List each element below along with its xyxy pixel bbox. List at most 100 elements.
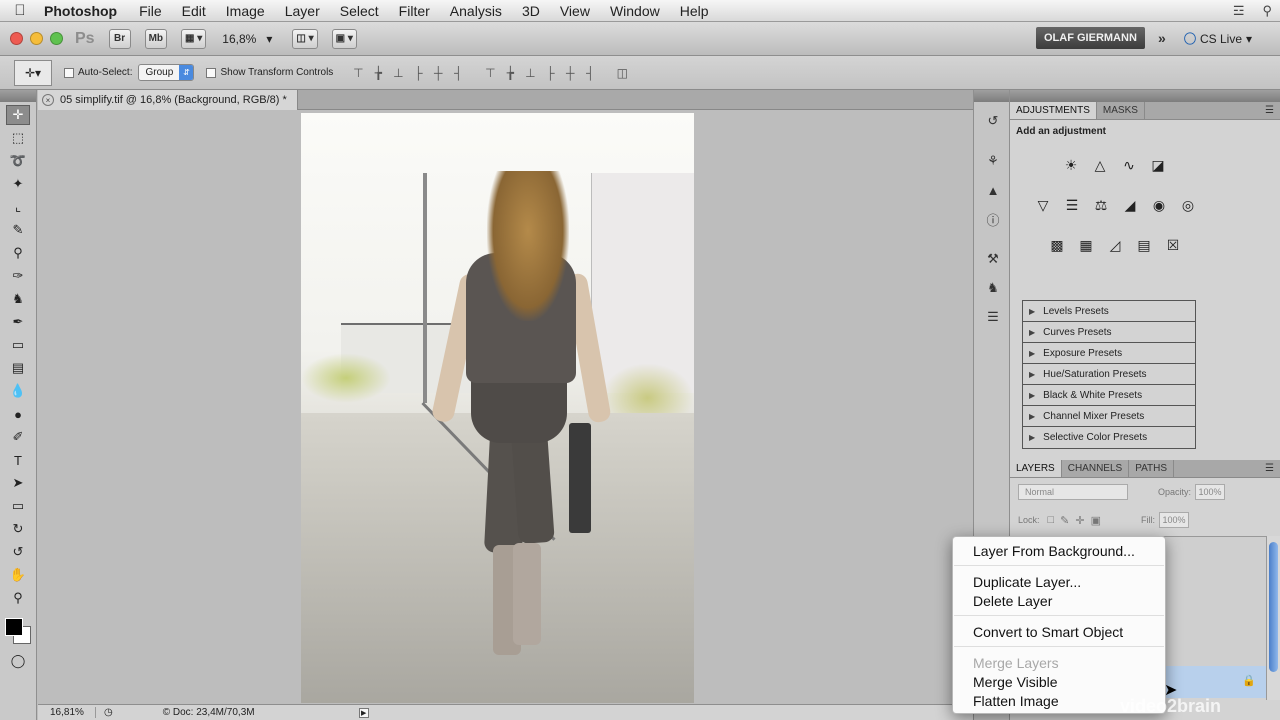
align-vertical-centers-icon[interactable]: ╆ <box>371 66 385 80</box>
tool-presets-panel-icon[interactable]: ⚒ <box>982 249 1004 269</box>
lasso-tool-icon[interactable]: ➰ <box>6 151 30 171</box>
spot-healing-brush-icon[interactable]: ⚲ <box>6 243 30 263</box>
path-selection-tool-icon[interactable]: ➤ <box>6 473 30 493</box>
3d-orbit-tool-icon[interactable]: ↺ <box>6 542 30 562</box>
menu-3d[interactable]: 3D <box>512 3 550 19</box>
move-tool-icon[interactable]: ✛ <box>6 105 30 125</box>
menu-filter[interactable]: Filter <box>389 3 440 19</box>
distribute-right-edges-icon[interactable]: ┤ <box>583 66 597 80</box>
blur-tool-icon[interactable]: 💧 <box>6 381 30 401</box>
apple-icon[interactable]:  <box>0 2 40 19</box>
menu-layer[interactable]: Layer <box>275 3 330 19</box>
menu-help[interactable]: Help <box>670 3 719 19</box>
menu-item-merge-visible[interactable]: Merge Visible <box>953 672 1165 691</box>
tab-layers[interactable]: LAYERS <box>1010 460 1062 477</box>
lock-transparent-icon[interactable]: □ <box>1048 514 1055 526</box>
align-horizontal-centers-icon[interactable]: ┼ <box>431 66 445 80</box>
distribute-horizontal-centers-icon[interactable]: ┼ <box>563 66 577 80</box>
lock-position-icon[interactable]: ✛ <box>1075 514 1084 527</box>
gradient-map-icon[interactable]: ▤ <box>1133 234 1155 256</box>
fill-field[interactable]: 100% <box>1159 512 1190 528</box>
preset-channel-mixer[interactable]: ▶ Channel Mixer Presets <box>1023 406 1195 427</box>
navigator-panel-icon[interactable]: ⚘ <box>982 151 1004 171</box>
clone-source-panel-icon[interactable]: ♞ <box>982 278 1004 298</box>
preset-hue-saturation[interactable]: ▶ Hue/Saturation Presets <box>1023 364 1195 385</box>
auto-select-target-select[interactable]: Group ⇵ <box>138 64 195 81</box>
distribute-top-edges-icon[interactable]: ⊤ <box>483 66 497 80</box>
preset-selective-color[interactable]: ▶ Selective Color Presets <box>1023 427 1195 448</box>
dodge-tool-icon[interactable]: ● <box>6 404 30 424</box>
brush-presets-panel-icon[interactable]: ☰ <box>982 307 1004 327</box>
align-right-edges-icon[interactable]: ┤ <box>451 66 465 80</box>
launch-bridge-button[interactable]: Br <box>108 28 131 49</box>
document-photo[interactable] <box>301 113 694 703</box>
tab-masks[interactable]: MASKS <box>1097 102 1145 119</box>
zoom-tool-icon[interactable]: ⚲ <box>6 588 30 608</box>
align-top-edges-icon[interactable]: ⊤ <box>351 66 365 80</box>
minimize-window-button[interactable] <box>30 32 43 45</box>
layers-scrollbar[interactable] <box>1266 536 1280 700</box>
panels-collapse-bar[interactable] <box>1010 90 1280 102</box>
histogram-panel-icon[interactable]: ▲ <box>982 180 1004 200</box>
type-tool-icon[interactable]: T <box>6 450 30 470</box>
photo-filter-icon[interactable]: ◉ <box>1148 194 1170 216</box>
color-balance-icon[interactable]: ⚖ <box>1090 194 1112 216</box>
scrollbar-thumb[interactable] <box>1269 542 1278 672</box>
menu-select[interactable]: Select <box>330 3 389 19</box>
auto-align-button[interactable]: ◫ <box>615 66 629 80</box>
preset-curves[interactable]: ▶ Curves Presets <box>1023 322 1195 343</box>
menu-item-layer-from-background[interactable]: Layer From Background... <box>953 541 1165 560</box>
preset-exposure[interactable]: ▶ Exposure Presets <box>1023 343 1195 364</box>
hand-tool-icon[interactable]: ✋ <box>6 565 30 585</box>
rectangle-tool-icon[interactable]: ▭ <box>6 496 30 516</box>
workspace-switcher[interactable]: OLAF GIERMANN <box>1036 27 1145 49</box>
document-tab[interactable]: × 05 simplify.tif @ 16,8% (Background, R… <box>38 90 298 110</box>
align-left-edges-icon[interactable]: ├ <box>411 66 425 80</box>
info-panel-icon[interactable]: ⓘ <box>982 209 1004 229</box>
menu-item-duplicate-layer[interactable]: Duplicate Layer... <box>953 572 1165 591</box>
tool-preset-picker[interactable]: ✛▾ <box>14 59 52 86</box>
align-bottom-edges-icon[interactable]: ⊥ <box>391 66 405 80</box>
more-workspaces-icon[interactable]: » <box>1158 30 1166 46</box>
eyedropper-tool-icon[interactable]: ✎ <box>6 220 30 240</box>
panel-menu-icon[interactable]: ☰ <box>1265 105 1274 116</box>
preset-black-white[interactable]: ▶ Black & White Presets <box>1023 385 1195 406</box>
quick-selection-tool-icon[interactable]: ✦ <box>6 174 30 194</box>
quick-mask-icon[interactable]: ◯ <box>6 651 30 671</box>
panel-menu-icon[interactable]: ☰ <box>1265 463 1274 474</box>
menu-view[interactable]: View <box>550 3 600 19</box>
lock-all-icon[interactable]: ▣ <box>1091 514 1101 527</box>
posterize-icon[interactable]: ▦ <box>1075 234 1097 256</box>
pen-tool-icon[interactable]: ✐ <box>6 427 30 447</box>
opacity-field[interactable]: 100% <box>1195 484 1226 500</box>
menu-edit[interactable]: Edit <box>172 3 216 19</box>
zoom-window-button[interactable] <box>50 32 63 45</box>
clone-stamp-tool-icon[interactable]: ♞ <box>6 289 30 309</box>
close-document-icon[interactable]: × <box>42 94 54 106</box>
menu-item-delete-layer[interactable]: Delete Layer <box>953 591 1165 610</box>
vibrance-icon[interactable]: ▽ <box>1032 194 1054 216</box>
tab-paths[interactable]: PATHS <box>1129 460 1175 477</box>
brightness-contrast-icon[interactable]: ☀ <box>1060 154 1082 176</box>
tab-channels[interactable]: CHANNELS <box>1062 460 1130 477</box>
menu-file[interactable]: File <box>129 3 172 19</box>
canvas-area[interactable] <box>38 111 973 704</box>
menu-analysis[interactable]: Analysis <box>440 3 512 19</box>
invert-icon[interactable]: ▩ <box>1046 234 1068 256</box>
status-zoom-field[interactable]: 16,81% <box>38 707 96 718</box>
distribute-vertical-centers-icon[interactable]: ╆ <box>503 66 517 80</box>
tools-panel-header[interactable] <box>0 90 36 102</box>
status-info-icon[interactable]: ◷ <box>104 707 113 718</box>
history-brush-icon[interactable]: ✒ <box>6 312 30 332</box>
view-extras-button[interactable]: ▦ ▾ <box>181 28 207 49</box>
gradient-tool-icon[interactable]: ▤ <box>6 358 30 378</box>
zoom-level-control[interactable]: 16,8% ▾ <box>222 32 272 46</box>
cs-live-menu[interactable]: ⃝ CS Live ▾ <box>1196 30 1252 47</box>
distribute-bottom-edges-icon[interactable]: ⊥ <box>523 66 537 80</box>
curves-icon[interactable]: ∿ <box>1118 154 1140 176</box>
blend-mode-select[interactable]: Normal <box>1018 484 1128 500</box>
hue-saturation-icon[interactable]: ☰ <box>1061 194 1083 216</box>
selective-color-icon[interactable]: ☒ <box>1162 234 1184 256</box>
history-panel-icon[interactable]: ↺ <box>982 111 1004 131</box>
close-window-button[interactable] <box>10 32 23 45</box>
